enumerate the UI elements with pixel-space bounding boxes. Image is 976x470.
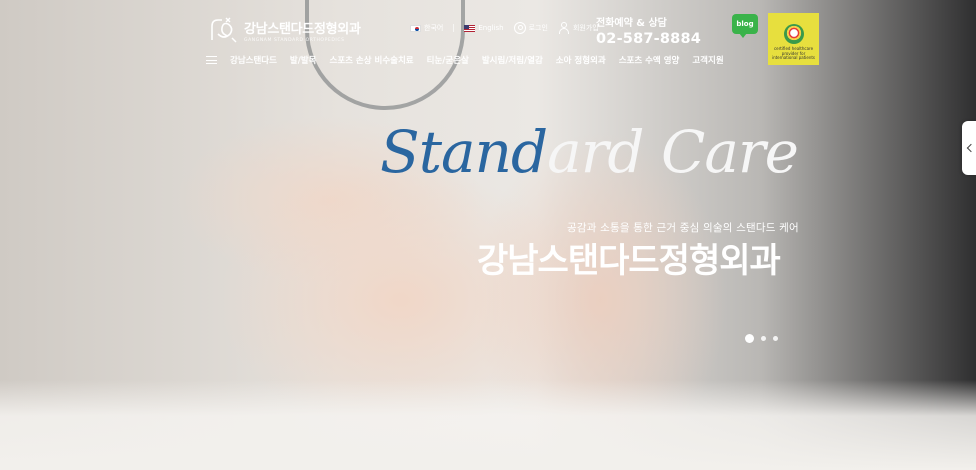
nav-item-pediatric[interactable]: 소아 정형외과 <box>556 54 606 66</box>
side-panel-toggle[interactable] <box>962 121 976 175</box>
blog-label: blog <box>736 20 754 28</box>
slider-pagination <box>745 334 778 343</box>
join-label: 회원가입 <box>572 24 599 32</box>
slider-dot-3[interactable] <box>773 336 778 341</box>
nav-item-corns[interactable]: 티눈/굳은살 <box>427 54 469 66</box>
join-icon <box>558 22 570 34</box>
user-icon <box>513 22 526 34</box>
login-link[interactable]: 로그인 <box>513 22 548 34</box>
phone-contact[interactable]: 전화예약 & 상담 02-587-8884 <box>596 14 701 47</box>
nav-item-foot-cold-numb[interactable]: 발시림/저림/열감 <box>482 54 543 66</box>
logo-icon <box>211 17 237 43</box>
site-header: 강남스탠다드정형외과 GANGNAM STANDARD ORTHOPEDICS … <box>0 0 976 80</box>
logo[interactable]: 강남스탠다드정형외과 GANGNAM STANDARD ORTHOPEDICS <box>206 14 361 46</box>
lang-english-label: English <box>478 24 504 32</box>
lang-english[interactable]: English <box>464 24 504 32</box>
hero-script-dark: Stand <box>380 118 548 186</box>
blog-button[interactable]: blog <box>732 14 758 38</box>
login-label: 로그인 <box>528 24 548 32</box>
phone-label: 전화예약 & 상담 <box>596 18 667 29</box>
certification-emblem-icon <box>783 24 804 45</box>
certification-text: certified healthcare provider for intern… <box>771 46 816 61</box>
slider-dot-2[interactable] <box>761 336 766 341</box>
nav-item-sports-injury[interactable]: 스포츠 손상 비수술치료 <box>330 54 414 66</box>
flag-kr-icon <box>410 24 421 32</box>
hero-floor <box>0 380 976 470</box>
lang-korean[interactable]: 한국어 <box>410 23 443 33</box>
logo-subtitle: GANGNAM STANDARD ORTHOPEDICS <box>244 37 345 43</box>
hamburger-icon[interactable] <box>206 56 217 64</box>
main-nav: 강남스탠다드 발/발목 스포츠 손상 비수술치료 티눈/굳은살 발시림/저림/열… <box>206 54 724 66</box>
slider-dot-1[interactable] <box>745 334 754 343</box>
divider <box>453 24 455 32</box>
nav-item-gangnam-standard[interactable]: 강남스탠다드 <box>230 54 277 66</box>
flag-us-icon <box>464 24 476 32</box>
hero-script-title: Standard Care <box>380 112 800 192</box>
logo-name: 강남스탠다드정형외과 <box>244 21 361 37</box>
nav-item-sports-iv[interactable]: 스포츠 수액 영양 <box>619 54 680 66</box>
nav-item-foot-ankle[interactable]: 발/발목 <box>290 54 317 66</box>
certification-badge: certified healthcare provider for intern… <box>768 13 819 65</box>
nav-item-support[interactable]: 고객지원 <box>692 54 723 66</box>
hero-headline: 강남스탠다드정형외과 <box>477 241 781 281</box>
utility-links: 한국어 English 로그인 회원가입 <box>410 22 599 34</box>
hero-script-light: ard Care <box>547 118 799 186</box>
lang-korean-label: 한국어 <box>424 24 444 32</box>
chevron-left-icon <box>966 143 975 153</box>
join-link[interactable]: 회원가입 <box>558 22 599 34</box>
phone-number: 02-587-8884 <box>596 31 702 47</box>
